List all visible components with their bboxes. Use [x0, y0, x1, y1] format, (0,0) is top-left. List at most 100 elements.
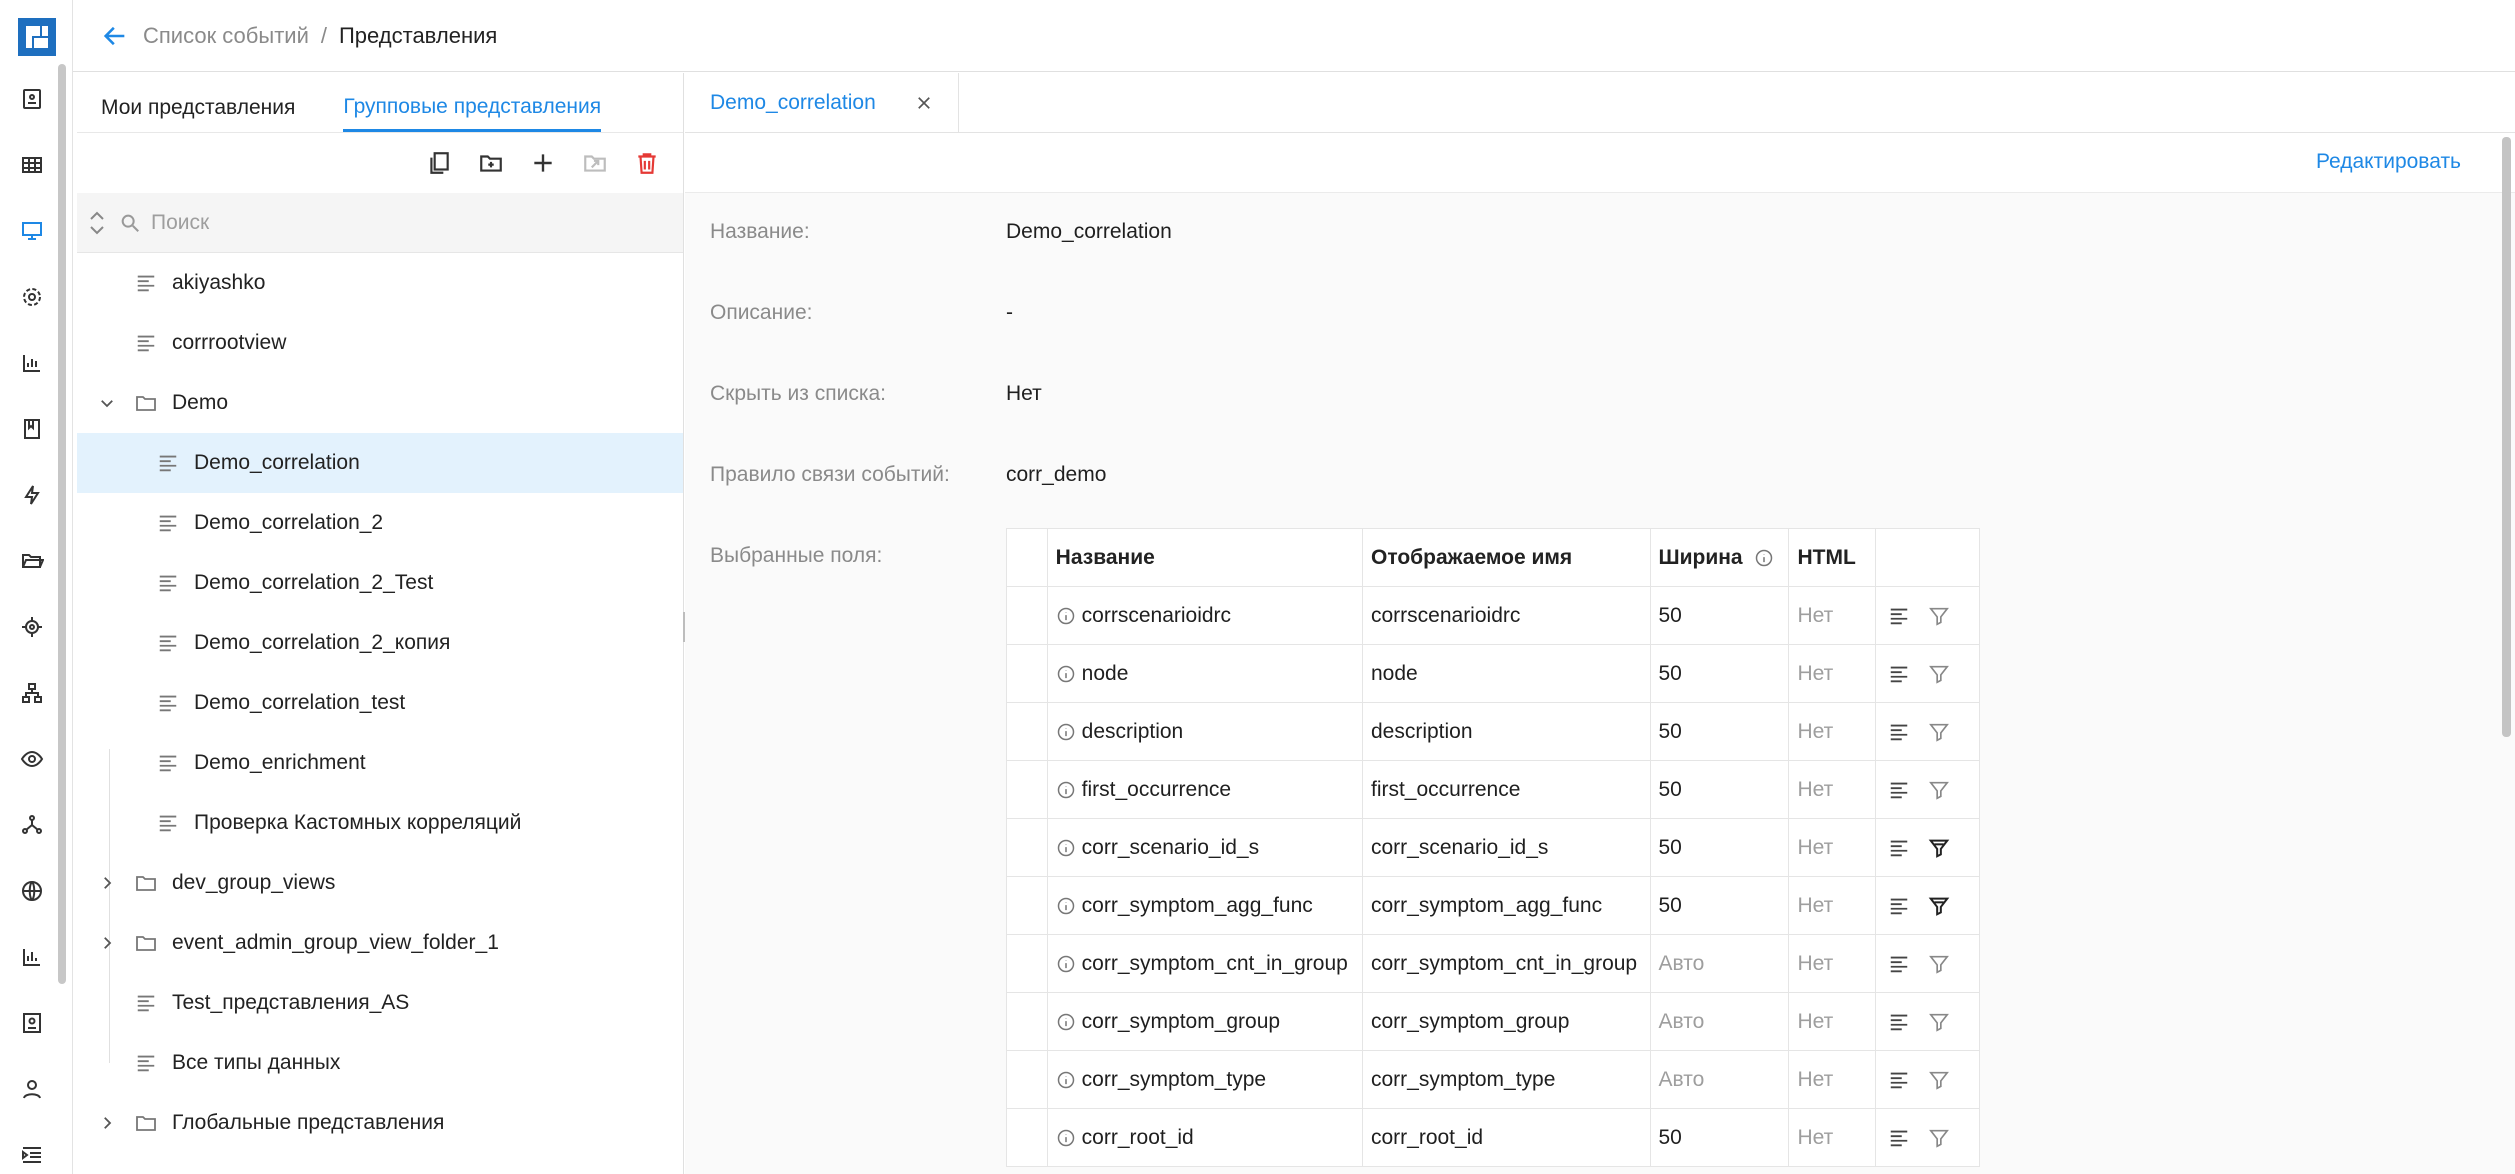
table-row[interactable]: corrscenarioidrc corrscenarioidrc 50 Нет [1006, 586, 1980, 645]
tab-demo-correlation[interactable]: Demo_correlation [685, 73, 959, 133]
monitor-icon[interactable] [17, 216, 47, 246]
tree-item[interactable]: Demo_correlation_2_копия [77, 613, 683, 673]
tree-item[interactable]: Проверка Кастомных корреляций [77, 793, 683, 853]
info-icon[interactable] [1754, 548, 1774, 568]
table-row[interactable]: corr_symptom_cnt_in_group corr_symptom_cn… [1006, 934, 1980, 993]
drag-cell[interactable] [1006, 702, 1048, 761]
align-icon[interactable] [1888, 1069, 1910, 1091]
filter-icon[interactable] [1928, 721, 1950, 743]
book-icon[interactable] [17, 414, 47, 444]
align-icon[interactable] [1888, 1011, 1910, 1033]
table-row[interactable]: node node 50 Нет [1006, 644, 1980, 703]
drag-cell[interactable] [1006, 934, 1048, 993]
id-card-icon[interactable] [17, 1008, 47, 1038]
info-icon[interactable] [1056, 722, 1076, 742]
table-row[interactable]: corr_symptom_agg_func corr_symptom_agg_fu… [1006, 876, 1980, 935]
info-icon[interactable] [1056, 1070, 1076, 1090]
drag-cell[interactable] [1006, 1108, 1048, 1167]
chevron-down-icon[interactable] [95, 391, 119, 415]
globe-icon[interactable] [17, 876, 47, 906]
edit-button[interactable]: Редактировать [2316, 150, 2461, 174]
table-row[interactable]: corr_symptom_group corr_symptom_group Авто… [1006, 992, 1980, 1051]
align-icon[interactable] [1888, 1127, 1910, 1149]
rail-scrollbar[interactable] [58, 64, 66, 984]
tab-group-views[interactable]: Групповые представления [343, 95, 602, 132]
search-input[interactable] [149, 209, 629, 236]
tree-item-selected[interactable]: Demo_correlation [77, 433, 683, 493]
expand-collapse-icon[interactable] [87, 208, 109, 238]
table-row[interactable]: corr_scenario_id_s corr_scenario_id_s 50 Не… [1006, 818, 1980, 877]
tree-item[interactable]: Demo_correlation_2 [77, 493, 683, 553]
breadcrumb-parent[interactable]: Список событий [143, 23, 309, 49]
table-row[interactable]: corr_symptom_type corr_symptom_type Авто Не… [1006, 1050, 1980, 1109]
info-icon[interactable] [1056, 838, 1076, 858]
target-icon[interactable] [17, 612, 47, 642]
add-icon[interactable] [527, 147, 559, 179]
align-icon[interactable] [1888, 895, 1910, 917]
hierarchy-icon[interactable] [17, 678, 47, 708]
align-icon[interactable] [1888, 837, 1910, 859]
lightning-icon[interactable] [17, 480, 47, 510]
info-icon[interactable] [1056, 606, 1076, 626]
align-icon[interactable] [1888, 605, 1910, 627]
user-icon[interactable] [17, 1074, 47, 1104]
details-scrollbar[interactable] [2502, 137, 2511, 737]
chevron-right-icon[interactable] [95, 1111, 119, 1135]
tree-item[interactable]: Demo_correlation_2_Test [77, 553, 683, 613]
close-icon[interactable] [912, 91, 936, 115]
table-row[interactable]: description description 50 Нет [1006, 702, 1980, 761]
filter-icon[interactable] [1928, 1011, 1950, 1033]
filter-icon[interactable] [1928, 895, 1950, 917]
tree-item[interactable]: corrrootview [77, 313, 683, 373]
back-arrow-icon[interactable] [97, 18, 133, 54]
align-icon[interactable] [1888, 953, 1910, 975]
filter-icon[interactable] [1928, 1069, 1950, 1091]
drag-cell[interactable] [1006, 1050, 1048, 1109]
drag-cell[interactable] [1006, 992, 1048, 1051]
delete-icon[interactable] [631, 147, 663, 179]
table-icon[interactable] [17, 150, 47, 180]
folder-open-icon[interactable] [17, 546, 47, 576]
chevron-right-icon[interactable] [95, 931, 119, 955]
tree-item[interactable]: Все типы данных [77, 1033, 683, 1093]
tree-folder[interactable]: Demo [77, 373, 683, 433]
filter-icon[interactable] [1928, 605, 1950, 627]
filter-icon[interactable] [1928, 779, 1950, 801]
filter-icon[interactable] [1928, 663, 1950, 685]
table-row[interactable]: first_occurrence first_occurrence 50 Нет [1006, 760, 1980, 819]
gear-icon[interactable] [17, 282, 47, 312]
drag-cell[interactable] [1006, 586, 1048, 645]
bar-chart-icon[interactable] [17, 348, 47, 378]
info-icon[interactable] [1056, 780, 1076, 800]
info-icon[interactable] [1056, 1128, 1076, 1148]
info-icon[interactable] [1056, 1012, 1076, 1032]
move-to-folder-icon[interactable] [579, 147, 611, 179]
network-icon[interactable] [17, 810, 47, 840]
filter-icon[interactable] [1928, 1127, 1950, 1149]
tree-folder[interactable]: dev_group_views [77, 853, 683, 913]
drag-cell[interactable] [1006, 876, 1048, 935]
filter-icon[interactable] [1928, 953, 1950, 975]
align-icon[interactable] [1888, 663, 1910, 685]
tree-item[interactable]: akiyashko [77, 253, 683, 313]
tree-item[interactable]: Demo_enrichment [77, 733, 683, 793]
copy-icon[interactable] [423, 147, 455, 179]
info-icon[interactable] [1056, 954, 1076, 974]
align-icon[interactable] [1888, 779, 1910, 801]
menu-collapse-icon[interactable] [17, 1140, 47, 1170]
tree-folder[interactable]: Глобальные представления [77, 1093, 683, 1153]
filter-icon[interactable] [1928, 837, 1950, 859]
report-chart-icon[interactable] [17, 942, 47, 972]
drag-cell[interactable] [1006, 818, 1048, 877]
info-icon[interactable] [1056, 664, 1076, 684]
add-folder-icon[interactable] [475, 147, 507, 179]
align-icon[interactable] [1888, 721, 1910, 743]
chevron-right-icon[interactable] [95, 871, 119, 895]
eye-icon[interactable] [17, 744, 47, 774]
tree-folder[interactable]: event_admin_group_view_folder_1 [77, 913, 683, 973]
tab-my-views[interactable]: Мои представления [101, 96, 295, 132]
tree-item[interactable]: Demo_correlation_test [77, 673, 683, 733]
dashboard-icon[interactable] [17, 84, 47, 114]
info-icon[interactable] [1056, 896, 1076, 916]
tree-item[interactable]: Test_представления_AS [77, 973, 683, 1033]
